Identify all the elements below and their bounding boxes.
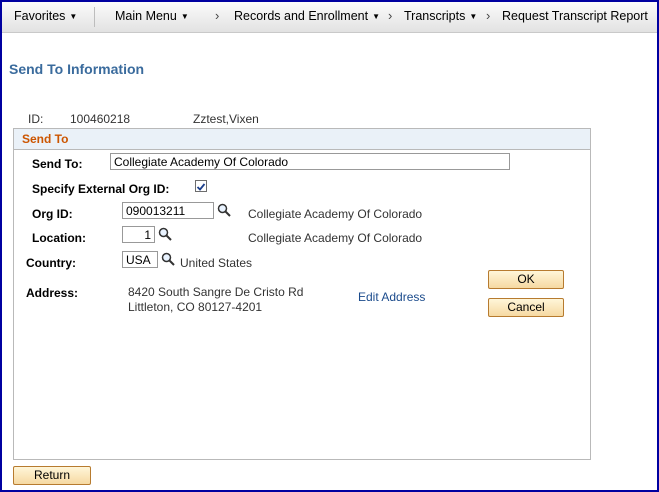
chevron-down-icon: ▼ (180, 12, 189, 21)
send-to-group: Send To Send To: Collegiate Academy Of C… (13, 128, 591, 460)
main-menu-label: Main Menu (115, 9, 177, 23)
address-line-2: Littleton, CO 80127-4201 (128, 300, 263, 314)
country-description: United States (180, 256, 253, 270)
ext-org-label: Specify External Org ID: (32, 182, 170, 196)
checkmark-icon (196, 183, 206, 191)
location-lookup-icon[interactable] (158, 227, 172, 241)
chevron-down-icon: ▼ (372, 12, 381, 21)
chevron-down-icon: ▼ (69, 12, 78, 21)
address-label: Address: (26, 286, 79, 300)
country-lookup-icon[interactable] (161, 252, 175, 266)
org-id-lookup-icon[interactable] (217, 203, 231, 217)
org-id-description: Collegiate Academy Of Colorado (248, 207, 423, 221)
id-label: ID: (28, 112, 44, 126)
chevron-down-icon: ▼ (469, 12, 478, 21)
breadcrumb-separator-icon: › (215, 8, 220, 23)
ext-org-checkbox[interactable] (195, 180, 207, 192)
location-label: Location: (32, 231, 86, 245)
breadcrumb-request-transcript-report[interactable]: Request Transcript Report (502, 9, 648, 23)
page-frame: Favorites ▼ Main Menu ▼ › Records and Enro… (0, 0, 659, 492)
favorites-label: Favorites (14, 9, 66, 23)
main-menu[interactable]: Main Menu ▼ (115, 9, 189, 23)
student-id: 100460218 (70, 112, 131, 126)
ok-button[interactable]: OK (488, 270, 564, 289)
breadcrumb-label: Transcripts (404, 9, 466, 23)
location-description: Collegiate Academy Of Colorado (248, 231, 423, 245)
breadcrumb-label: Records and Enrollment (234, 9, 369, 23)
org-id-label: Org ID: (32, 207, 73, 221)
org-id-input[interactable]: 090013211 (122, 202, 214, 219)
breadcrumb-records-enrollment[interactable]: Records and Enrollment ▼ (234, 9, 380, 23)
group-title: Send To (22, 132, 69, 146)
top-navigation-bar: Favorites ▼ Main Menu ▼ › Records and Enro… (2, 2, 657, 33)
send-to-label: Send To: (32, 157, 83, 171)
nav-divider (94, 7, 95, 27)
page-title: Send To Information (9, 61, 145, 77)
address-line-1: 8420 South Sangre De Cristo Rd (128, 285, 304, 299)
country-input[interactable]: USA (122, 251, 158, 268)
location-input[interactable]: 1 (122, 226, 155, 243)
breadcrumb-separator-icon: › (486, 8, 491, 23)
return-button[interactable]: Return (13, 466, 91, 485)
breadcrumb-transcripts[interactable]: Transcripts ▼ (404, 9, 477, 23)
cancel-button[interactable]: Cancel (488, 298, 564, 317)
send-to-input[interactable]: Collegiate Academy Of Colorado (110, 153, 510, 170)
group-header: Send To (14, 129, 590, 150)
favorites-menu[interactable]: Favorites ▼ (14, 9, 77, 23)
edit-address-link[interactable]: Edit Address (358, 290, 425, 304)
student-name: Zztest,Vixen (193, 112, 259, 126)
breadcrumb-separator-icon: › (388, 8, 393, 23)
country-label: Country: (26, 256, 76, 270)
